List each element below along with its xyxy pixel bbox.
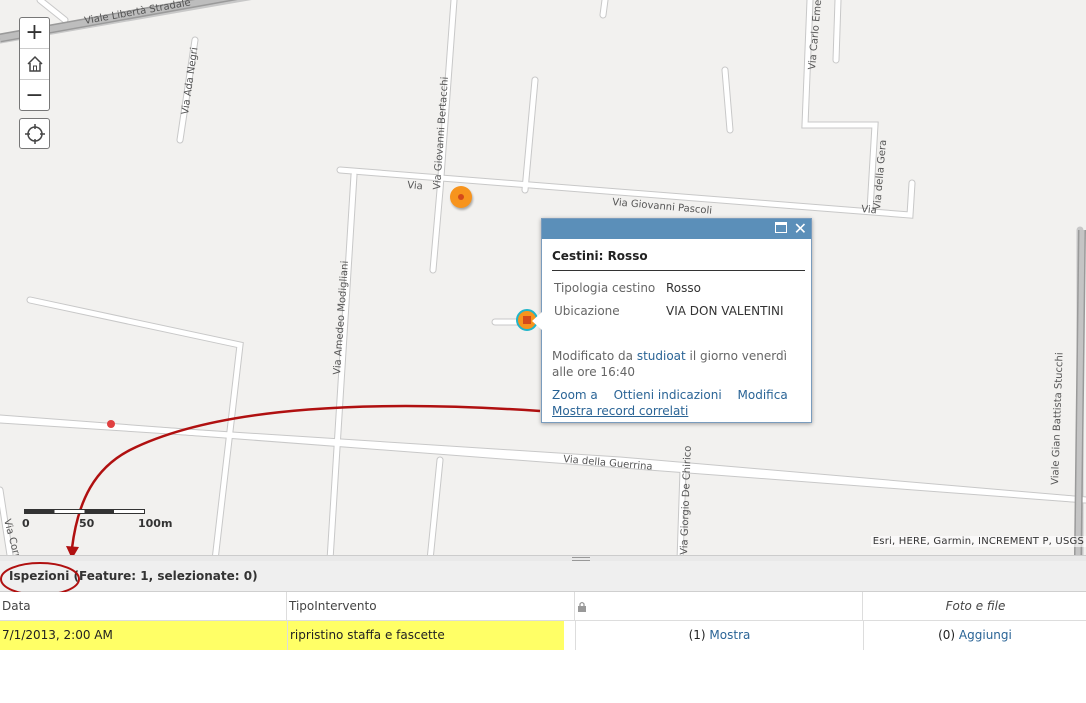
street-label: Via xyxy=(407,180,423,192)
add-files-link[interactable]: Aggiungi xyxy=(959,628,1012,642)
zoom-to-link[interactable]: Zoom a xyxy=(552,388,598,402)
field-label: Tipologia cestino xyxy=(554,281,656,295)
street-label: Viale Gian Battista Stucchi xyxy=(1050,352,1066,485)
street-label: Via Giovanni Bertacchi xyxy=(432,76,451,190)
column-header-data[interactable]: Data xyxy=(0,592,287,621)
feature-marker-orange[interactable] xyxy=(450,186,472,208)
scale-bar: 0 50 100m xyxy=(22,509,172,530)
zoom-in-button[interactable]: + xyxy=(20,18,49,49)
edit-link[interactable]: Modifica xyxy=(738,388,788,402)
locate-icon xyxy=(24,123,45,144)
plus-icon: + xyxy=(25,20,44,45)
marker-dot xyxy=(523,316,531,324)
cell-related: (1) Mostra xyxy=(575,621,863,650)
scale-label: 100m xyxy=(138,517,173,530)
get-directions-link[interactable]: Ottieni indicazioni xyxy=(614,388,722,402)
show-related-link[interactable]: Mostra xyxy=(709,628,750,642)
street-label: Via Ada Negri xyxy=(180,47,200,116)
grid-header-row: Data TipoIntervento Foto e file xyxy=(0,592,1086,621)
lock-icon xyxy=(578,601,586,612)
feature-summary: (Feature: 1, selezionate: 0) xyxy=(69,569,258,583)
cell-data: 7/1/2013, 2:00 AM xyxy=(0,621,287,650)
column-header-related[interactable] xyxy=(575,592,863,621)
edit-info-user[interactable]: studioat xyxy=(637,349,686,363)
home-icon xyxy=(26,55,43,72)
cell-files: (0) Aggiungi xyxy=(863,621,1086,650)
locate-button[interactable] xyxy=(19,118,50,149)
related-count: (1) xyxy=(688,628,710,642)
close-icon[interactable]: ✕ xyxy=(794,219,807,239)
field-label: Ubicazione xyxy=(554,304,620,318)
marker-dot xyxy=(458,194,464,200)
edit-info-suffix: il giorno venerdì xyxy=(685,349,787,363)
cell-tipo: ripristino staffa e fascette xyxy=(287,621,564,650)
street-label: Viale Libertà Stradale xyxy=(83,0,191,27)
feature-marker-small[interactable] xyxy=(107,420,115,428)
column-header-files[interactable]: Foto e file xyxy=(863,592,1086,621)
scale-bar-graphic xyxy=(24,509,145,514)
popup-field-row: Tipologia cestino xyxy=(554,281,655,295)
map-view[interactable]: Viale Libertà Stradale Via Ada Negri Via… xyxy=(0,0,1086,555)
files-count: (0) xyxy=(938,628,959,642)
scale-label: 50 xyxy=(79,517,95,530)
popup-title: Cestini: Rosso xyxy=(552,249,648,263)
map-attribution: Esri, HERE, Garmin, INCREMENT P, USGS xyxy=(870,536,1086,547)
feature-popup: ✕ Cestini: Rosso Tipologia cestino Rosso… xyxy=(532,218,812,423)
field-value: VIA DON VALENTINI xyxy=(666,304,784,318)
popup-header: ✕ xyxy=(542,219,811,239)
scale-label: 0 xyxy=(22,517,30,530)
table-row[interactable]: 7/1/2013, 2:00 AM ripristino staffa e fa… xyxy=(0,621,1086,650)
popup-divider xyxy=(552,270,805,271)
field-value: Rosso xyxy=(666,281,701,295)
annotation-arrow-head xyxy=(66,546,79,555)
popup-field-row: Ubicazione xyxy=(554,304,620,318)
zoom-out-button[interactable]: − xyxy=(20,80,49,111)
edit-info: Modificato da studioat il giorno venerdì… xyxy=(552,348,802,380)
edit-info-prefix: Modificato da xyxy=(552,349,637,363)
minus-icon: − xyxy=(25,82,44,108)
show-related-records-link[interactable]: Mostra record correlati xyxy=(552,404,688,418)
maximize-icon[interactable] xyxy=(775,222,787,233)
popup-actions: Zoom a Ottieni indicazioni Modifica xyxy=(552,388,800,402)
street-label: Via xyxy=(861,204,877,216)
column-header-tipo[interactable]: TipoIntervento xyxy=(287,592,575,621)
popup-pointer xyxy=(532,312,542,330)
zoom-controls: + − xyxy=(19,17,50,111)
attribute-grid: Data TipoIntervento Foto e file 7/1/2013… xyxy=(0,592,1086,650)
attribute-table-header: Ispezioni (Feature: 1, selezionate: 0) xyxy=(0,561,1086,596)
edit-info-time: alle ore 16:40 xyxy=(552,365,636,379)
home-button[interactable] xyxy=(20,49,49,80)
